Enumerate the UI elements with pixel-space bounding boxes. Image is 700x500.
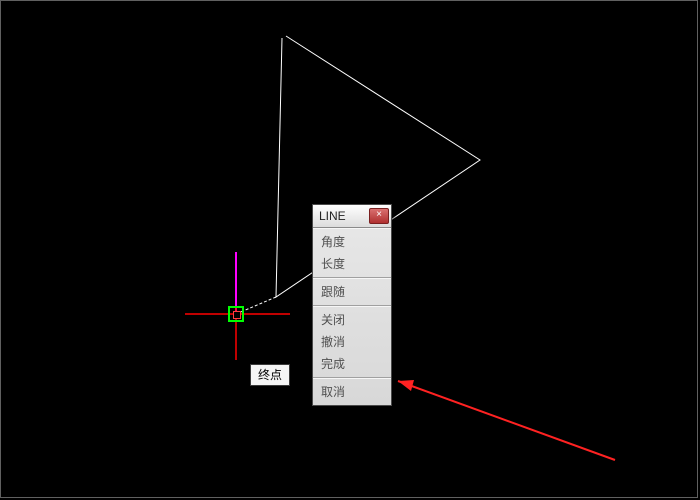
menu-item-length[interactable]: 长度 (313, 253, 391, 275)
menu-item-label: 角度 (321, 235, 345, 249)
context-menu-group-3: 关闭 撤消 完成 (313, 306, 391, 378)
close-icon-glyph: × (376, 209, 382, 220)
menu-item-label: 取消 (321, 385, 345, 399)
menu-item-undo[interactable]: 撤消 (313, 331, 391, 353)
context-menu-title-text: LINE (319, 209, 346, 223)
endpoint-snap-marker (228, 306, 244, 322)
close-icon[interactable]: × (369, 208, 389, 224)
context-menu-group-2: 跟随 (313, 278, 391, 306)
menu-item-label: 关闭 (321, 313, 345, 327)
snap-tooltip: 终点 (250, 364, 290, 386)
context-menu-group-1: 角度 长度 (313, 228, 391, 278)
line-command-context-menu[interactable]: LINE × 角度 长度 跟随 关闭 撤消 完成 取消 (312, 204, 392, 406)
menu-item-cancel[interactable]: 取消 (313, 381, 391, 403)
menu-item-label: 跟随 (321, 285, 345, 299)
menu-item-done[interactable]: 完成 (313, 353, 391, 375)
menu-item-angle[interactable]: 角度 (313, 231, 391, 253)
menu-item-close[interactable]: 关闭 (313, 309, 391, 331)
menu-item-label: 长度 (321, 257, 345, 271)
menu-item-label: 完成 (321, 357, 345, 371)
menu-item-follow[interactable]: 跟随 (313, 281, 391, 303)
snap-tooltip-text: 终点 (258, 368, 282, 382)
context-menu-group-4: 取消 (313, 378, 391, 405)
menu-item-label: 撤消 (321, 335, 345, 349)
context-menu-titlebar[interactable]: LINE × (313, 205, 391, 228)
